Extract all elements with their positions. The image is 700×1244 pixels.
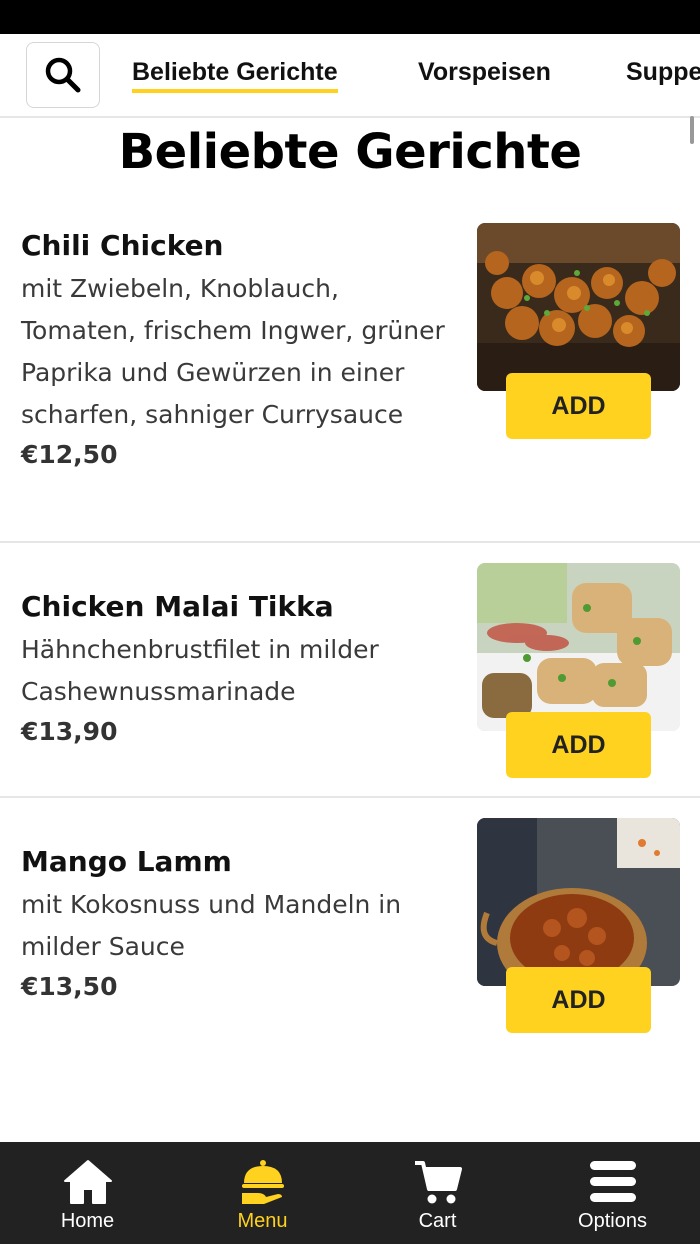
add-button[interactable]: ADD	[506, 373, 651, 439]
cart-icon	[411, 1156, 465, 1208]
divider	[0, 796, 700, 798]
dish-image	[477, 223, 680, 391]
divider	[0, 541, 700, 543]
dish-image	[477, 818, 680, 986]
dish-name: Chicken Malai Tikka	[21, 590, 334, 623]
category-tab-bar: Beliebte Gerichte Vorspeisen Suppen	[0, 34, 700, 118]
dish-description: mit Zwiebeln, Knoblauch, Tomaten, frisch…	[21, 274, 445, 429]
home-icon	[61, 1156, 115, 1208]
dish-card: Chili Chicken mit Zwiebeln, Knoblauch, T…	[21, 228, 461, 472]
dish-description: mit Kokosnuss und Mandeln in milder Sauc…	[21, 890, 402, 961]
dish-price: €13,50	[21, 972, 118, 1001]
nav-cart-label: Cart	[418, 1210, 457, 1232]
nav-home-label: Home	[60, 1210, 115, 1232]
dish-card: Chicken Malai Tikka Hähnchenbrustfilet i…	[21, 589, 461, 749]
dish-price: €13,90	[21, 717, 118, 746]
nav-options[interactable]: Options	[525, 1142, 700, 1244]
dish-card: Mango Lamm mit Kokosnuss und Mandeln in …	[21, 844, 461, 1004]
menu-icon	[586, 1156, 640, 1208]
add-button[interactable]: ADD	[506, 967, 651, 1033]
tab-beliebte-gerichte[interactable]: Beliebte Gerichte	[132, 58, 338, 93]
nav-options-label: Options	[578, 1210, 647, 1232]
nav-home[interactable]: Home	[0, 1142, 175, 1244]
search-icon	[45, 57, 81, 93]
tab-vorspeisen[interactable]: Vorspeisen	[418, 58, 551, 87]
dish-name: Mango Lamm	[21, 845, 232, 878]
dish-name: Chili Chicken	[21, 229, 224, 262]
nav-menu-label: Menu	[237, 1210, 288, 1232]
add-button[interactable]: ADD	[506, 712, 651, 778]
dish-price: €12,50	[21, 440, 118, 469]
section-title: Beliebte Gerichte	[118, 124, 582, 180]
bottom-navigation: Home Menu Cart Options	[0, 1142, 700, 1244]
tab-suppen[interactable]: Suppen	[626, 58, 700, 87]
nav-cart[interactable]: Cart	[350, 1142, 525, 1244]
dish-image	[477, 563, 680, 731]
status-bar	[0, 0, 700, 34]
dish-description: Hähnchenbrustfilet in milder Cashewnussm…	[21, 635, 379, 706]
nav-menu[interactable]: Menu	[175, 1142, 350, 1244]
cloche-icon	[236, 1156, 290, 1208]
search-button[interactable]	[26, 42, 100, 108]
